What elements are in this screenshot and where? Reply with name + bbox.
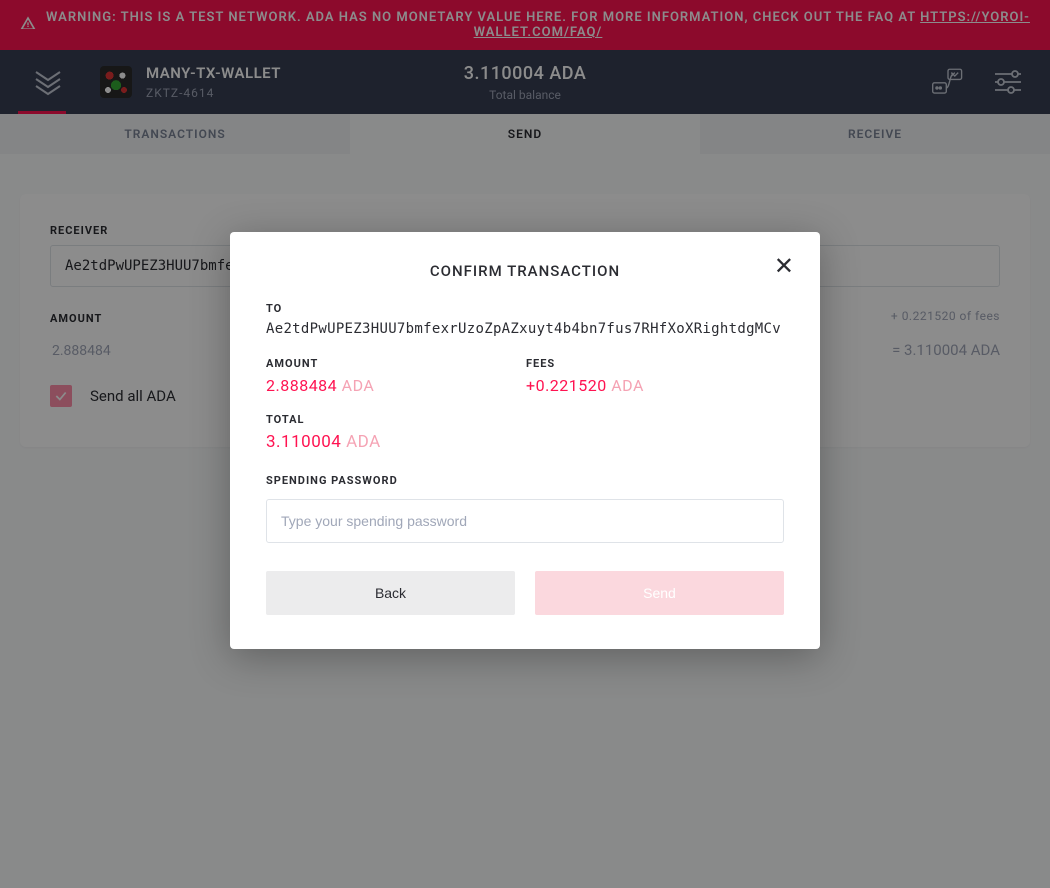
spending-password-input[interactable]	[266, 499, 784, 543]
back-button[interactable]: Back	[266, 571, 515, 615]
modal-title: CONFIRM TRANSACTION	[266, 262, 784, 280]
modal-fees-label: FEES	[526, 357, 726, 370]
modal-amount-value: 2.888484 ADA	[266, 376, 466, 395]
confirm-transaction-modal: CONFIRM TRANSACTION ✕ TO Ae2tdPwUPEZ3HUU…	[230, 232, 820, 649]
send-button[interactable]: Send	[535, 571, 784, 615]
to-address: Ae2tdPwUPEZ3HUU7bmfexrUzoZpAZxuyt4b4bn7f…	[266, 321, 784, 337]
modal-fees-value: +0.221520 ADA	[526, 376, 726, 395]
modal-total-value: 3.110004 ADA	[266, 432, 784, 452]
close-icon[interactable]: ✕	[774, 254, 794, 278]
modal-overlay[interactable]: CONFIRM TRANSACTION ✕ TO Ae2tdPwUPEZ3HUU…	[0, 0, 1050, 888]
modal-amount-label: AMOUNT	[266, 357, 466, 370]
modal-total-label: TOTAL	[266, 413, 784, 426]
to-label: TO	[266, 302, 784, 315]
spending-password-label: SPENDING PASSWORD	[266, 474, 784, 487]
